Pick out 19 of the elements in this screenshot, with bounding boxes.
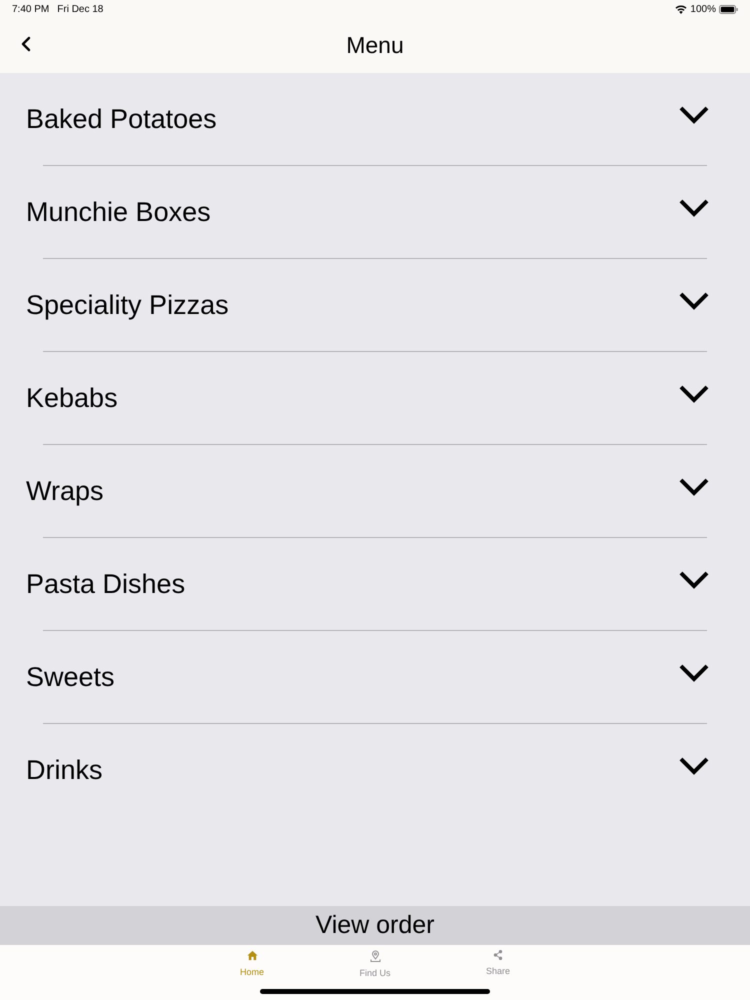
category-row[interactable]: Munchie Boxes (0, 166, 750, 258)
map-pin-icon (370, 950, 380, 962)
category-row[interactable]: Sweets (0, 631, 750, 723)
status-date: Fri Dec 18 (57, 2, 104, 16)
wifi-icon (675, 4, 688, 14)
status-time: 7:40 PM (12, 2, 50, 16)
share-icon (493, 950, 503, 960)
category-row[interactable]: Pasta Dishes (0, 538, 750, 630)
category-row[interactable]: Baked Potatoes (0, 73, 750, 165)
category-row[interactable]: Wraps (0, 445, 750, 537)
view-order-button[interactable]: View order (0, 906, 750, 945)
battery-icon (719, 4, 738, 14)
category-row[interactable]: Drinks (0, 724, 750, 816)
category-row[interactable]: Speciality Pizzas (0, 259, 750, 351)
category-row[interactable]: Kebabs (0, 352, 750, 444)
home-icon (246, 950, 258, 961)
page-title: Menu (346, 31, 404, 60)
back-chevron-icon (21, 36, 31, 52)
battery-percentage: 100% (690, 2, 716, 16)
